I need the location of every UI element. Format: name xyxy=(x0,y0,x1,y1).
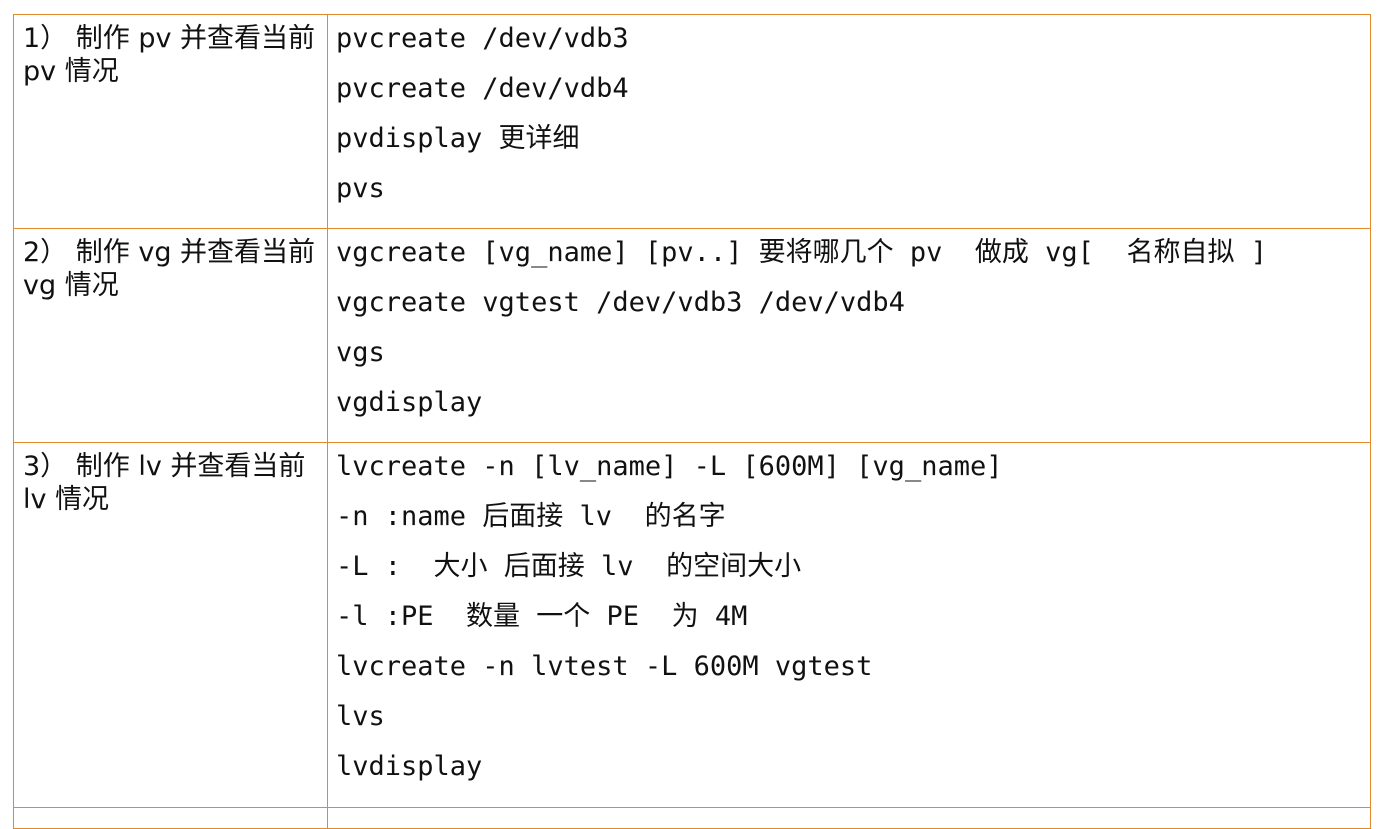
command-line: vgcreate vgtest /dev/vdb3 /dev/vdb4 xyxy=(336,287,905,318)
step-cell: 1） 制作 pv 并查看当前 pv 情况 xyxy=(13,14,328,229)
table-row: 3） 制作 lv 并查看当前 lv 情况 lvcreate -n [lv_nam… xyxy=(13,442,1371,808)
step-cell: 3） 制作 lv 并查看当前 lv 情况 xyxy=(13,442,328,808)
command-line: -n :name 后面接 lv 的名字 xyxy=(336,501,726,532)
commands-cell: lvcreate -n [lv_name] -L [600M] [vg_name… xyxy=(327,442,1371,808)
lvm-steps-table: 1） 制作 pv 并查看当前 pv 情况 pvcreate /dev/vdb3 … xyxy=(13,14,1371,829)
command-line: pvdisplay 更详细 xyxy=(336,123,580,154)
command-line: -l :PE 数量 一个 PE 为 4M xyxy=(336,601,748,632)
commands-cell: vgcreate [vg_name] [pv..] 要将哪几个 pv 做成 vg… xyxy=(327,228,1371,443)
command-line: pvcreate /dev/vdb3 xyxy=(336,23,629,54)
command-line: lvcreate -n [lv_name] -L [600M] [vg_name… xyxy=(336,451,1003,482)
command-line: -L : 大小 后面接 lv 的空间大小 xyxy=(336,551,802,582)
command-line: pvs xyxy=(336,173,385,204)
command-line: pvcreate /dev/vdb4 xyxy=(336,73,629,104)
table-row: 2） 制作 vg 并查看当前 vg 情况 vgcreate [vg_name] … xyxy=(13,228,1371,443)
command-line: vgs xyxy=(336,337,385,368)
command-line: vgcreate [vg_name] [pv..] 要将哪几个 pv 做成 vg… xyxy=(336,237,1267,268)
commands-cell: pvcreate /dev/vdb3 pvcreate /dev/vdb4 pv… xyxy=(327,14,1371,229)
commands-cell xyxy=(327,807,1371,829)
command-line: lvdisplay xyxy=(336,751,483,782)
step-label: 1） 制作 pv 并查看当前 pv 情况 xyxy=(23,23,316,87)
command-line: vgdisplay xyxy=(336,387,483,418)
table-row xyxy=(13,807,1371,829)
step-cell: 2） 制作 vg 并查看当前 vg 情况 xyxy=(13,228,328,443)
step-cell xyxy=(13,807,328,829)
step-label: 2） 制作 vg 并查看当前 vg 情况 xyxy=(23,237,316,301)
command-line: lvcreate -n lvtest -L 600M vgtest xyxy=(336,651,873,682)
step-label: 3） 制作 lv 并查看当前 lv 情况 xyxy=(23,451,306,515)
command-line: lvs xyxy=(336,701,385,732)
table-row: 1） 制作 pv 并查看当前 pv 情况 pvcreate /dev/vdb3 … xyxy=(13,14,1371,229)
